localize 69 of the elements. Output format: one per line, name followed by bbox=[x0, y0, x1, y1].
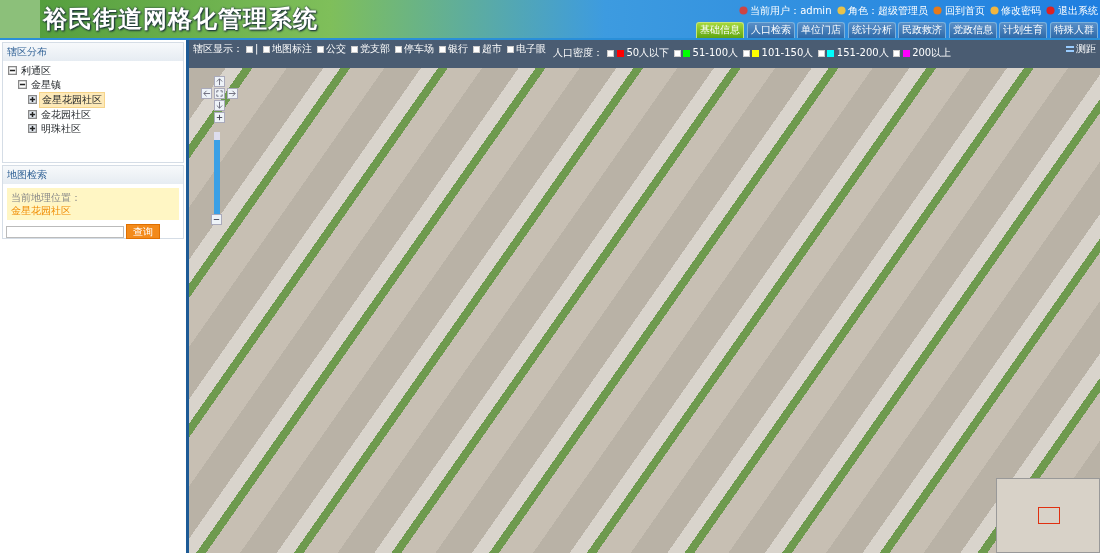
checkbox[interactable] bbox=[506, 45, 514, 53]
checkbox[interactable] bbox=[350, 45, 358, 53]
nav-tab[interactable]: 单位门店 bbox=[797, 21, 845, 38]
zoom-slider[interactable] bbox=[214, 132, 220, 214]
layer-label: 银行 bbox=[448, 43, 469, 55]
nav-tab[interactable]: 民政救济 bbox=[898, 21, 946, 38]
layer-label: 电子眼 bbox=[516, 43, 547, 55]
location-label: 当前地理位置： bbox=[11, 191, 82, 204]
separator-text: | bbox=[255, 43, 259, 55]
layer-label: 党支部 bbox=[360, 43, 391, 55]
tree-item[interactable]: 明珠社区 bbox=[39, 121, 83, 136]
zoom-out-icon[interactable] bbox=[211, 214, 222, 225]
header-link[interactable]: 退出系统 bbox=[1057, 2, 1098, 18]
pan-down-icon[interactable] bbox=[214, 100, 225, 111]
expand-icon[interactable] bbox=[27, 110, 37, 119]
reset-view-icon[interactable] bbox=[214, 88, 225, 99]
header-link[interactable]: 修改密码 bbox=[1001, 2, 1041, 18]
checkbox[interactable] bbox=[438, 45, 446, 53]
panel-title: 地图检索 bbox=[3, 166, 183, 184]
zoom-in-icon[interactable] bbox=[214, 112, 225, 123]
location-value: 金星花园社区 bbox=[11, 204, 72, 217]
nav-tab[interactable]: 统计分析 bbox=[847, 21, 896, 38]
density-label: 51-100人 bbox=[692, 47, 739, 59]
checkbox[interactable] bbox=[316, 45, 324, 53]
nav-tab[interactable]: 基础信息 bbox=[696, 21, 744, 38]
tree-item[interactable]: 利通区 bbox=[19, 63, 53, 78]
tree-item[interactable]: 金星花园社区 bbox=[39, 91, 105, 108]
panel-title: 辖区分布 bbox=[3, 43, 183, 61]
toolbar-label: 辖区显示： bbox=[193, 43, 243, 55]
density-label: 101-150人 bbox=[761, 47, 814, 59]
layer-label: 公交 bbox=[326, 43, 347, 55]
checkbox[interactable] bbox=[893, 49, 901, 57]
checkbox[interactable] bbox=[742, 49, 750, 57]
search-field[interactable] bbox=[5, 225, 124, 238]
checkbox[interactable] bbox=[673, 49, 681, 57]
expand-icon[interactable] bbox=[27, 95, 37, 104]
viewport-rectangle bbox=[1038, 507, 1060, 524]
density-label: 200以上 bbox=[912, 47, 952, 59]
checkbox[interactable] bbox=[817, 49, 825, 57]
layer-label: 地图标注 bbox=[272, 43, 313, 55]
checkbox[interactable] bbox=[394, 45, 402, 53]
checkbox[interactable] bbox=[245, 45, 253, 53]
toolbar-label: 人口密度： bbox=[552, 47, 603, 59]
pan-right-icon[interactable] bbox=[227, 88, 238, 99]
tree-item[interactable]: 金花园社区 bbox=[39, 107, 93, 122]
collapse-icon[interactable] bbox=[7, 66, 17, 75]
measure-link[interactable]: 测距 bbox=[1076, 43, 1096, 55]
photo-placeholder bbox=[0, 0, 40, 38]
nav-tab[interactable]: 计划生育 bbox=[999, 21, 1047, 38]
nav-tab[interactable]: 党政信息 bbox=[948, 21, 997, 38]
density-label: 50人以下 bbox=[626, 47, 670, 59]
nav-tab[interactable]: 人口检索 bbox=[746, 21, 795, 38]
pan-up-icon[interactable] bbox=[214, 76, 225, 87]
user-info-text: 角色：超级管理员 bbox=[848, 3, 928, 18]
layer-label: 超市 bbox=[482, 43, 503, 55]
checkbox[interactable] bbox=[472, 45, 480, 53]
pan-left-icon[interactable] bbox=[201, 88, 212, 99]
search-button[interactable]: 查询 bbox=[126, 224, 160, 239]
tree-item[interactable]: 金星镇 bbox=[29, 77, 63, 92]
density-label: 151-200人 bbox=[836, 47, 889, 59]
expand-icon[interactable] bbox=[27, 124, 37, 133]
user-info-text: 当前用户：admin bbox=[750, 3, 832, 18]
checkbox[interactable] bbox=[607, 49, 615, 57]
header-link[interactable]: 回到首页 bbox=[944, 2, 985, 18]
collapse-icon[interactable] bbox=[17, 80, 27, 89]
system-title: 裕民街道网格化管理系统 bbox=[42, 4, 318, 35]
nav-tab[interactable]: 特殊人群 bbox=[1049, 21, 1098, 38]
checkbox[interactable] bbox=[262, 45, 270, 53]
layer-label: 停车场 bbox=[404, 43, 435, 55]
